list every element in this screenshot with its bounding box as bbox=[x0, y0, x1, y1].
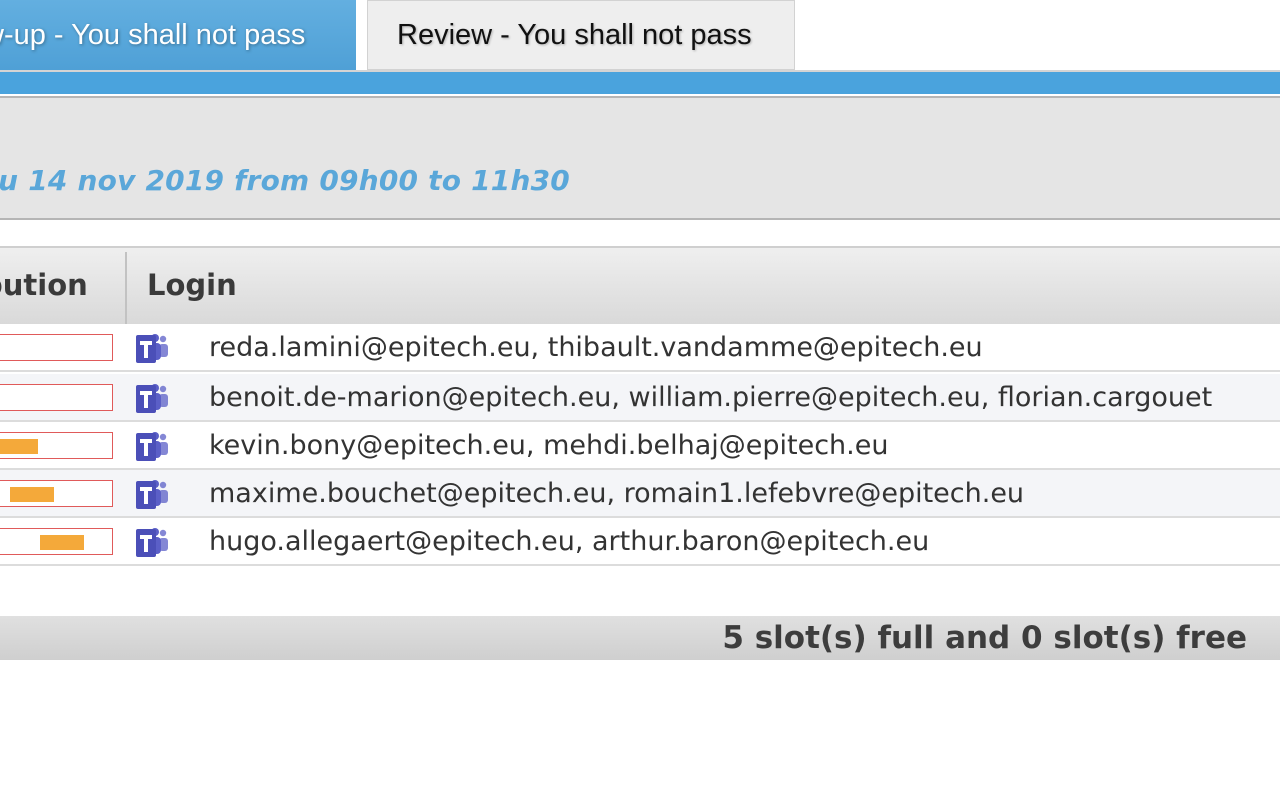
teams-icon[interactable] bbox=[136, 332, 172, 364]
group-logins: kevin.bony@epitech.eu, mehdi.belhaj@epit… bbox=[209, 430, 889, 461]
contribution-bar bbox=[0, 528, 113, 555]
group-logins: benoit.de-marion@epitech.eu, william.pie… bbox=[209, 382, 1213, 413]
slots-summary-bar: 5 slot(s) full and 0 slot(s) free bbox=[0, 616, 1280, 660]
contribution-bar bbox=[0, 334, 113, 361]
teams-icon[interactable] bbox=[136, 430, 172, 462]
tab-bar: w-up - You shall not pass Review - You s… bbox=[0, 0, 1280, 72]
column-header-login[interactable]: Login bbox=[147, 268, 237, 302]
session-panel: hu 14 nov 2019 from 09h00 to 11h30 bbox=[0, 96, 1280, 220]
column-header-contribution[interactable]: bution bbox=[0, 268, 88, 302]
tab-review-label: Review - You shall not pass bbox=[397, 18, 752, 51]
group-logins: hugo.allegaert@epitech.eu, arthur.baron@… bbox=[209, 526, 930, 557]
session-date: hu 14 nov 2019 from 09h00 to 11h30 bbox=[0, 164, 570, 197]
table-row: benoit.de-marion@epitech.eu, william.pie… bbox=[0, 374, 1280, 422]
tab-review[interactable]: Review - You shall not pass bbox=[367, 0, 795, 70]
table-row: kevin.bony@epitech.eu, mehdi.belhaj@epit… bbox=[0, 422, 1280, 470]
table-row: maxime.bouchet@epitech.eu, romain1.lefeb… bbox=[0, 470, 1280, 518]
contribution-bar bbox=[0, 480, 113, 507]
table-row: reda.lamini@epitech.eu, thibault.vandamm… bbox=[0, 324, 1280, 372]
slots-summary: 5 slot(s) full and 0 slot(s) free bbox=[722, 620, 1247, 656]
column-separator bbox=[125, 252, 127, 324]
table-row: hugo.allegaert@epitech.eu, arthur.baron@… bbox=[0, 518, 1280, 566]
tab-follow-up[interactable]: w-up - You shall not pass bbox=[0, 0, 356, 70]
tab-follow-up-label: w-up - You shall not pass bbox=[0, 18, 306, 51]
group-logins: maxime.bouchet@epitech.eu, romain1.lefeb… bbox=[209, 478, 1025, 509]
contribution-fill bbox=[10, 487, 54, 502]
teams-icon[interactable] bbox=[136, 478, 172, 510]
table-header: bution Login bbox=[0, 246, 1280, 324]
teams-icon[interactable] bbox=[136, 382, 172, 414]
accent-bar bbox=[0, 72, 1280, 94]
group-logins: reda.lamini@epitech.eu, thibault.vandamm… bbox=[209, 332, 983, 363]
contribution-bar bbox=[0, 432, 113, 459]
contribution-bar bbox=[0, 384, 113, 411]
contribution-fill bbox=[40, 535, 84, 550]
contribution-fill bbox=[0, 439, 38, 454]
teams-icon[interactable] bbox=[136, 526, 172, 558]
